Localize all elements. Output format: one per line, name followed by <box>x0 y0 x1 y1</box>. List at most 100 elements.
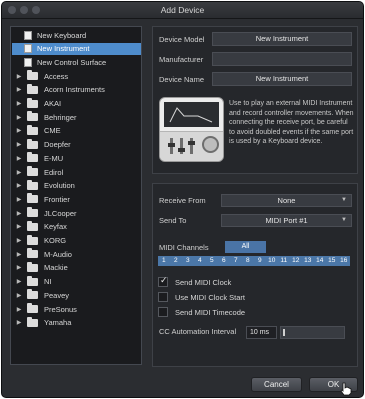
disclosure-triangle-icon[interactable]: ▶ <box>15 141 23 148</box>
midi-channel-button[interactable]: 12 <box>290 256 302 266</box>
manufacturer-folder-item[interactable]: ▶ Access <box>12 70 141 82</box>
manufacturer-folder-item[interactable]: ▶ Peavey <box>12 289 141 301</box>
midi-timecode-checkbox[interactable] <box>158 307 168 317</box>
send-to-select[interactable]: MIDI Port #1 ▼ <box>221 214 352 227</box>
disclosure-triangle-icon[interactable]: ▶ <box>15 114 23 121</box>
midi-channel-button[interactable]: 15 <box>326 256 338 266</box>
midi-clock-start-option[interactable]: Use MIDI Clock Start <box>158 292 245 302</box>
manufacturer-folder-item[interactable]: ▶ Doepfer <box>12 138 141 151</box>
manufacturer-field[interactable] <box>212 52 352 66</box>
checkmark-icon: ✓ <box>160 275 168 285</box>
list-item-label: NI <box>44 277 52 287</box>
folder-icon <box>27 179 38 190</box>
manufacturer-folder-item[interactable]: ▶ M-Audio <box>12 248 141 260</box>
disclosure-triangle-icon[interactable]: ▶ <box>15 210 23 217</box>
manufacturer-folder-item[interactable]: ▶ E-MU <box>12 152 141 164</box>
device-model-field[interactable]: New Instrument <box>212 32 352 46</box>
list-item-label: Frontier <box>44 194 70 204</box>
disclosure-triangle-icon[interactable]: ▶ <box>15 251 23 258</box>
disclosure-triangle-icon[interactable]: ▶ <box>15 306 23 313</box>
manufacturer-folder-item[interactable]: ▶ Mackie <box>12 261 141 274</box>
disclosure-triangle-icon[interactable]: ▶ <box>15 127 23 134</box>
disclosure-triangle-icon[interactable]: ▶ <box>15 264 23 271</box>
midi-channels-label: MIDI Channels <box>159 243 209 252</box>
midi-channel-button[interactable]: 14 <box>314 256 326 266</box>
device-name-label: Device Name <box>159 75 205 84</box>
cc-automation-interval-label: CC Automation Interval <box>159 327 237 336</box>
cc-automation-interval-field[interactable]: 10 ms <box>246 326 277 339</box>
midi-timecode-option[interactable]: Send MIDI Timecode <box>158 307 245 317</box>
disclosure-triangle-icon[interactable]: ▶ <box>15 292 23 299</box>
folder-icon <box>27 261 38 272</box>
disclosure-triangle-icon[interactable]: ▶ <box>15 223 23 230</box>
manufacturer-folder-item[interactable]: ▶ NI <box>12 275 141 288</box>
manufacturer-folder-item[interactable]: ▶ Yamaha <box>12 316 141 329</box>
folder-icon <box>27 275 38 286</box>
manufacturer-folder-item[interactable]: ▶ CME <box>12 124 141 137</box>
folder-icon <box>27 152 38 163</box>
folder-icon <box>27 234 38 245</box>
midi-clock-start-checkbox[interactable] <box>158 292 168 302</box>
folder-icon <box>27 316 38 327</box>
fader-knob-icon <box>168 143 175 147</box>
disclosure-triangle-icon[interactable]: ▶ <box>15 100 23 107</box>
midi-channel-button[interactable]: 4 <box>194 256 206 266</box>
midi-channel-button[interactable]: 6 <box>218 256 230 266</box>
disclosure-triangle-icon[interactable]: ▶ <box>15 73 23 80</box>
midi-channel-button[interactable]: 11 <box>278 256 290 266</box>
midi-channel-button[interactable]: 8 <box>242 256 254 266</box>
midi-channel-button[interactable]: 3 <box>182 256 194 266</box>
send-midi-clock-option[interactable]: ✓ Send MIDI Clock <box>158 275 231 287</box>
midi-channel-button[interactable]: 7 <box>230 256 242 266</box>
cancel-button[interactable]: Cancel <box>251 377 302 392</box>
folder-icon <box>27 248 38 259</box>
manufacturer-folder-item[interactable]: ▶ Edirol <box>12 166 141 178</box>
list-item-label: Keyfax <box>44 222 67 232</box>
receive-from-select[interactable]: None ▼ <box>221 194 352 207</box>
disclosure-triangle-icon[interactable]: ▶ <box>15 86 23 93</box>
cc-automation-interval-slider[interactable] <box>280 326 345 339</box>
new-device-item[interactable]: New Keyboard <box>12 29 141 41</box>
disclosure-triangle-icon[interactable]: ▶ <box>15 278 23 285</box>
slider-thumb[interactable] <box>283 329 285 336</box>
midi-channel-button[interactable]: 2 <box>170 256 182 266</box>
list-item-label: AKAI <box>44 99 62 108</box>
manufacturer-folder-item[interactable]: ▶ Acorn Instruments <box>12 83 141 96</box>
manufacturer-folder-item[interactable]: ▶ KORG <box>12 234 141 247</box>
folder-icon <box>27 111 38 122</box>
folder-icon <box>27 220 38 231</box>
midi-channel-button[interactable]: 1 <box>158 256 170 266</box>
midi-channel-button[interactable]: 13 <box>302 256 314 266</box>
manufacturer-folder-item[interactable]: ▶ Keyfax <box>12 220 141 233</box>
all-channels-button[interactable]: All <box>225 241 266 253</box>
midi-channel-button[interactable]: 16 <box>338 256 350 266</box>
new-device-item[interactable]: New Instrument <box>12 42 141 55</box>
manufacturer-folder-item[interactable]: ▶ Evolution <box>12 179 141 192</box>
disclosure-triangle-icon[interactable]: ▶ <box>15 169 23 176</box>
disclosure-triangle-icon[interactable]: ▶ <box>15 182 23 189</box>
midi-channel-button[interactable]: 9 <box>254 256 266 266</box>
midi-channel-button[interactable]: 10 <box>266 256 278 266</box>
manufacturer-folder-item[interactable]: ▶ Frontier <box>12 193 141 205</box>
disclosure-triangle-icon[interactable]: ▶ <box>15 155 23 162</box>
midi-channel-button[interactable]: 5 <box>206 256 218 266</box>
send-midi-clock-checkbox[interactable]: ✓ <box>158 275 168 287</box>
send-to-value: MIDI Port #1 <box>265 216 308 225</box>
manufacturer-folder-item[interactable]: ▶ JLCooper <box>12 207 141 219</box>
disclosure-triangle-icon[interactable]: ▶ <box>15 237 23 244</box>
chevron-down-icon: ▼ <box>341 217 347 223</box>
device-name-field[interactable]: New Instrument <box>212 72 352 86</box>
send-to-label: Send To <box>159 216 187 225</box>
new-device-item[interactable]: New Control Surface <box>12 56 141 68</box>
folder-icon <box>27 97 38 108</box>
device-list[interactable]: New Keyboard New Instrument New Control Su… <box>10 26 142 365</box>
list-item-label: Edirol <box>44 167 64 177</box>
manufacturer-folder-item[interactable]: ▶ PreSonus <box>12 303 141 315</box>
folder-icon <box>27 70 38 81</box>
disclosure-triangle-icon[interactable]: ▶ <box>15 196 23 203</box>
manufacturer-folder-item[interactable]: ▶ Behringer <box>12 111 141 123</box>
disclosure-triangle-icon[interactable]: ▶ <box>15 319 23 326</box>
manufacturer-folder-item[interactable]: ▶ AKAI <box>12 97 141 110</box>
receive-from-value: None <box>277 196 296 205</box>
instrument-device-image <box>159 97 224 162</box>
